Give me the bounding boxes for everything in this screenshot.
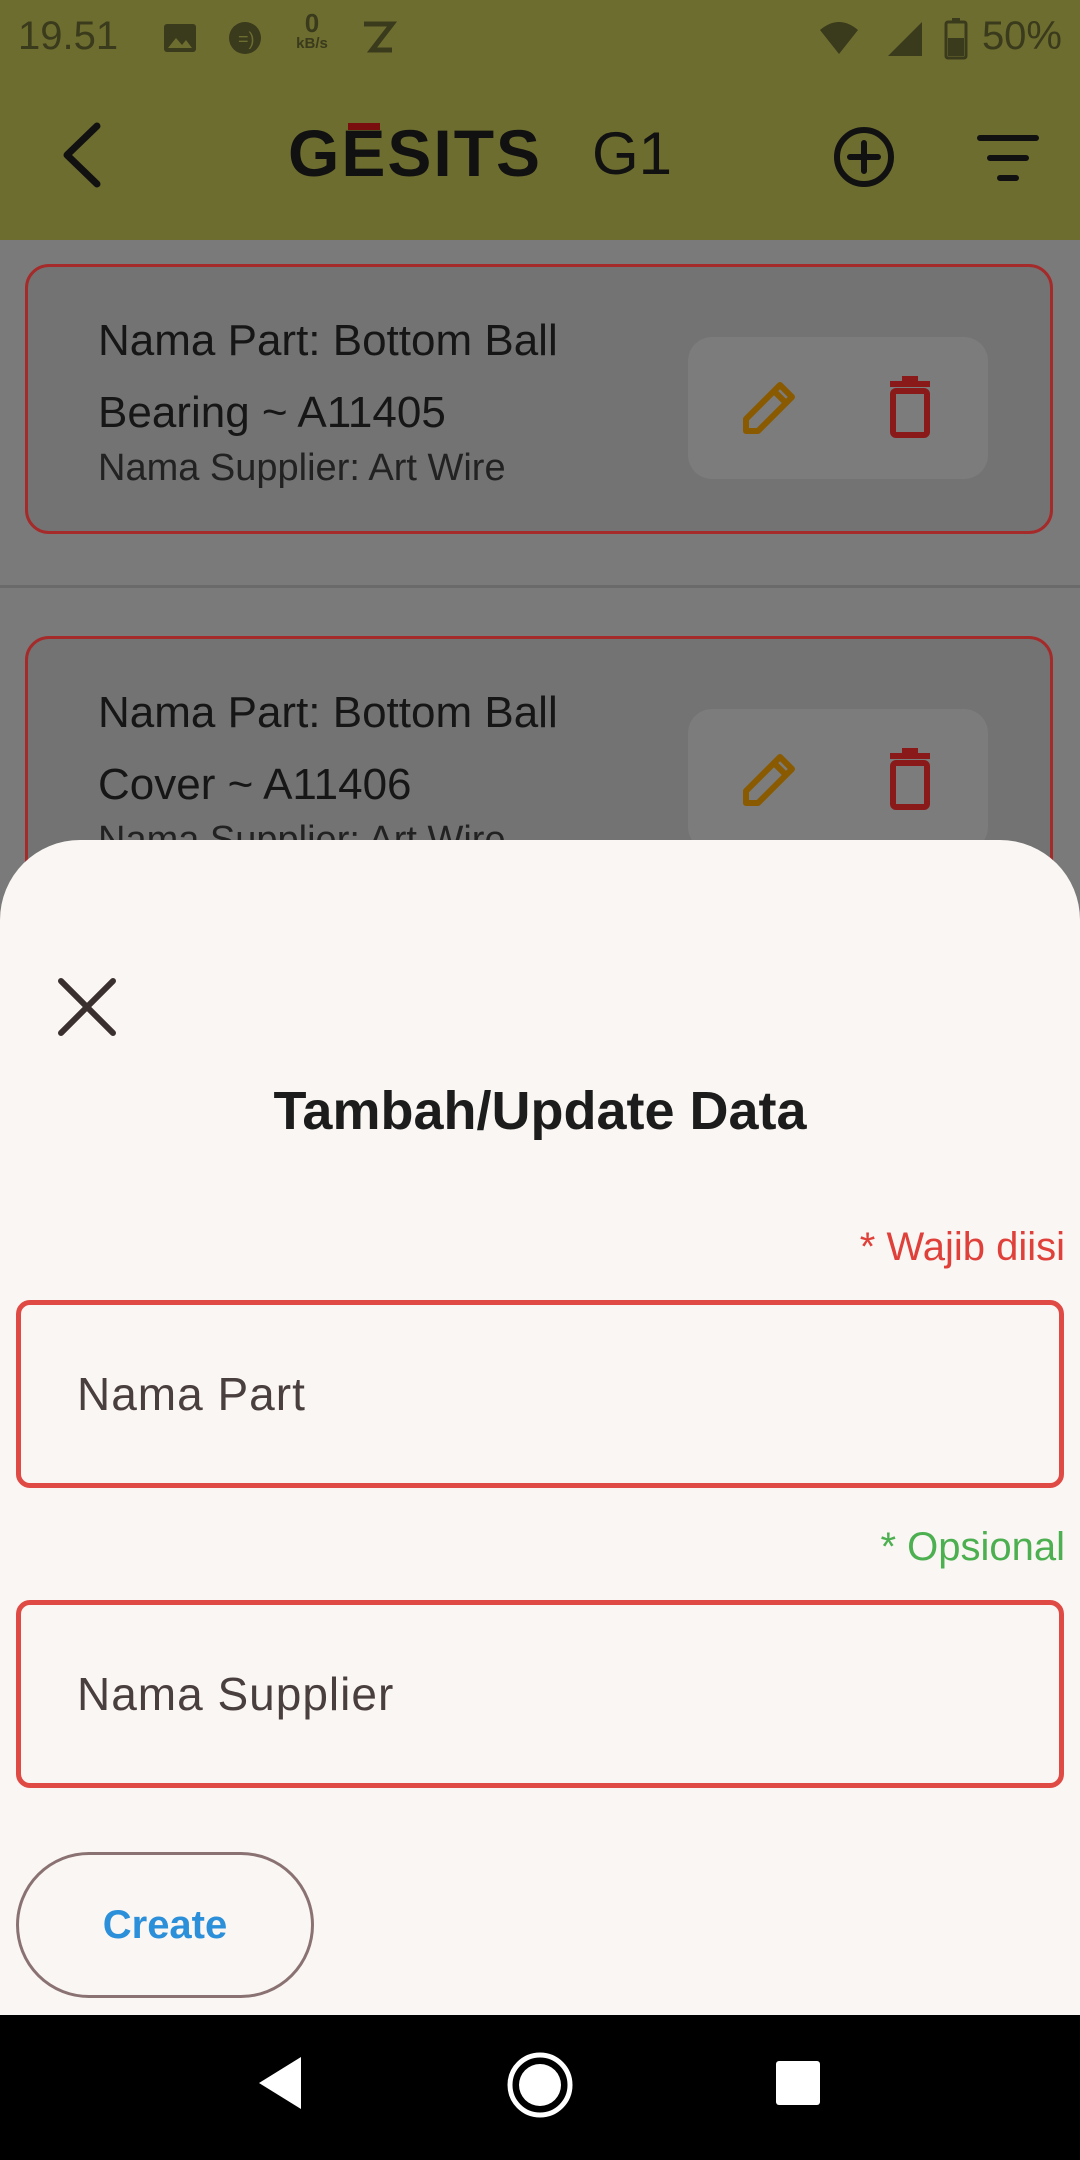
add-circle-icon[interactable] (832, 125, 896, 189)
divider (0, 585, 1080, 588)
nav-home-icon[interactable] (505, 2050, 575, 2120)
brand-logo: GESITS (288, 116, 543, 190)
close-icon[interactable] (55, 975, 119, 1039)
signal-icon (888, 22, 922, 56)
battery-percentage: 50% (981, 14, 1062, 58)
part-name: Nama Part: Bottom Ball Bearing ~ A11405 (98, 316, 558, 437)
filter-icon[interactable] (976, 130, 1040, 186)
list-item[interactable]: Nama Part: Bottom Ball Bearing ~ A11405 … (25, 264, 1053, 534)
chat-icon: =) (229, 22, 261, 54)
z-app-icon (364, 21, 398, 53)
item-actions (688, 337, 988, 479)
item-actions (688, 709, 988, 851)
supplier-name: Nama Supplier: Art Wire (98, 447, 506, 489)
navigation-bar (0, 2015, 1080, 2160)
optional-label: * Opsional (880, 1525, 1065, 1569)
delete-icon[interactable] (886, 747, 934, 811)
edit-icon[interactable] (738, 747, 802, 811)
supplier-name-input[interactable]: Nama Supplier (16, 1600, 1064, 1788)
svg-text:=): =) (238, 29, 255, 49)
create-button[interactable]: Create (16, 1852, 314, 1998)
part-name: Nama Part: Bottom Ball Cover ~ A11406 (98, 688, 558, 809)
part-name-placeholder: Nama Part (77, 1368, 306, 1420)
nav-back-icon[interactable] (255, 2053, 305, 2113)
status-bar: 19.51 =) 0 kB/s 50% (0, 0, 1080, 75)
delete-icon[interactable] (886, 375, 934, 439)
back-arrow-icon[interactable] (55, 120, 115, 190)
nav-recents-icon[interactable] (774, 2059, 822, 2107)
app-bar: GESITS G1 (0, 75, 1080, 240)
required-label: * Wajib diisi (859, 1225, 1065, 1269)
status-time: 19.51 (18, 14, 119, 58)
model-label: G1 (592, 120, 673, 187)
bottom-sheet: Tambah/Update Data * Wajib diisi Nama Pa… (0, 840, 1080, 2015)
image-icon (164, 24, 196, 52)
edit-icon[interactable] (738, 375, 802, 439)
supplier-name-placeholder: Nama Supplier (77, 1668, 395, 1720)
wifi-icon (820, 22, 858, 54)
part-name-input[interactable]: Nama Part (16, 1300, 1064, 1488)
sheet-title: Tambah/Update Data (273, 1081, 807, 1141)
battery-icon (944, 18, 968, 60)
data-speed-icon: 0 kB/s (296, 8, 328, 52)
